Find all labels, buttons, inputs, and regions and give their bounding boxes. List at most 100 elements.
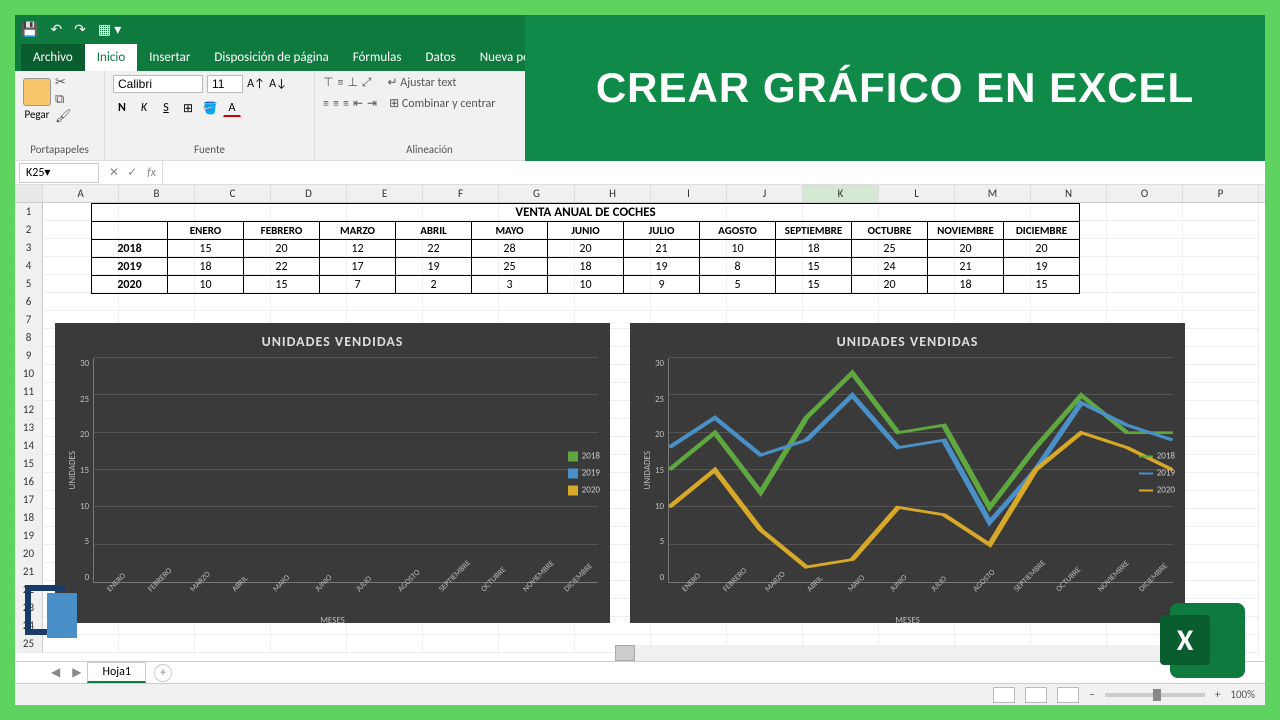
view-layout-icon[interactable] <box>1025 687 1047 703</box>
qat-more-icon[interactable]: ▦ ▾ <box>98 21 121 38</box>
row-header-5[interactable]: 5 <box>15 275 43 293</box>
decrease-font-icon[interactable]: A↓ <box>269 75 287 93</box>
col-header-N[interactable]: N <box>1031 185 1107 202</box>
sheet-tab-hoja1[interactable]: Hoja1 <box>87 662 146 683</box>
merge-button[interactable]: ⊞ Combinar y centrar <box>389 96 495 111</box>
chart-legend: 201820192020 <box>1139 451 1175 496</box>
row-header-16[interactable]: 16 <box>15 473 43 491</box>
copy-icon[interactable]: ⧉ <box>55 92 72 107</box>
align-center-icon[interactable]: ≡ <box>333 97 339 111</box>
row-header-21[interactable]: 21 <box>15 563 43 581</box>
font-size-combo[interactable] <box>207 75 243 93</box>
cut-icon[interactable]: ✂ <box>55 75 72 90</box>
row-header-1[interactable]: 1 <box>15 203 43 221</box>
name-box[interactable]: K25 ▾ <box>19 163 99 183</box>
increase-indent-icon[interactable]: ⇥ <box>367 96 377 111</box>
col-header-D[interactable]: D <box>271 185 347 202</box>
col-header-C[interactable]: C <box>195 185 271 202</box>
chart-title: UNIDADES VENDIDAS <box>67 333 598 350</box>
align-right-icon[interactable]: ≡ <box>343 97 349 111</box>
font-name-combo[interactable] <box>113 75 203 93</box>
horizontal-scrollbar[interactable] <box>615 645 1245 661</box>
tab-datos[interactable]: Datos <box>413 44 467 71</box>
row-header-12[interactable]: 12 <box>15 401 43 419</box>
sheet-nav-next-icon[interactable]: ▶ <box>66 665 87 680</box>
align-bottom-icon[interactable]: ⊥ <box>347 75 357 90</box>
border-icon[interactable]: ⊞ <box>179 99 197 117</box>
row-header-19[interactable]: 19 <box>15 527 43 545</box>
spreadsheet-grid[interactable]: ABCDEFGHIJKLMNOP 12345678910111213141516… <box>15 185 1265 655</box>
row-header-14[interactable]: 14 <box>15 437 43 455</box>
format-painter-icon[interactable]: 🖌 <box>55 109 72 124</box>
view-pagebreak-icon[interactable] <box>1057 687 1079 703</box>
row-header-15[interactable]: 15 <box>15 455 43 473</box>
col-header-F[interactable]: F <box>423 185 499 202</box>
zoom-out-icon[interactable]: − <box>1089 688 1094 701</box>
row-header-11[interactable]: 11 <box>15 383 43 401</box>
col-header-L[interactable]: L <box>879 185 955 202</box>
tab-insertar[interactable]: Insertar <box>137 44 202 71</box>
zoom-slider[interactable] <box>1105 693 1205 697</box>
bold-button[interactable]: N <box>113 99 131 117</box>
col-header-E[interactable]: E <box>347 185 423 202</box>
fx-icon[interactable]: fx <box>147 166 162 180</box>
bar-chart[interactable]: UNIDADES VENDIDASUNIDADES302520151050ENE… <box>55 323 610 623</box>
y-axis: 302520151050 <box>655 358 668 583</box>
sheet-nav-prev-icon[interactable]: ◀ <box>45 665 66 680</box>
row-header-9[interactable]: 9 <box>15 347 43 365</box>
row-header-7[interactable]: 7 <box>15 311 43 329</box>
col-header-O[interactable]: O <box>1107 185 1183 202</box>
row-header-6[interactable]: 6 <box>15 293 43 311</box>
increase-font-icon[interactable]: A↑ <box>247 75 265 93</box>
add-sheet-button[interactable]: + <box>154 664 172 682</box>
align-top-icon[interactable]: ⊤ <box>323 75 333 90</box>
zoom-level[interactable]: 100% <box>1230 688 1255 701</box>
undo-icon[interactable]: ↶ <box>50 21 62 38</box>
col-header-B[interactable]: B <box>119 185 195 202</box>
col-header-H[interactable]: H <box>575 185 651 202</box>
fill-color-icon[interactable]: 🪣 <box>201 99 219 117</box>
x-axis-label: MESES <box>642 615 1173 626</box>
orientation-icon[interactable]: ⤢ <box>362 76 372 90</box>
decrease-indent-icon[interactable]: ⇤ <box>353 96 363 111</box>
row-header-2[interactable]: 2 <box>15 221 43 239</box>
x-axis: ENEROFEBREROMARZOABRILMAYOJUNIOJULIOAGOS… <box>674 587 1173 597</box>
view-normal-icon[interactable] <box>993 687 1015 703</box>
col-header-P[interactable]: P <box>1183 185 1259 202</box>
col-header-A[interactable]: A <box>43 185 119 202</box>
row-header-13[interactable]: 13 <box>15 419 43 437</box>
row-header-10[interactable]: 10 <box>15 365 43 383</box>
align-left-icon[interactable]: ≡ <box>323 97 329 111</box>
font-color-icon[interactable]: A <box>223 99 241 117</box>
redo-icon[interactable]: ↷ <box>74 21 86 38</box>
tab-formulas[interactable]: Fórmulas <box>341 44 414 71</box>
col-header-I[interactable]: I <box>651 185 727 202</box>
col-header-G[interactable]: G <box>499 185 575 202</box>
accept-formula-icon[interactable]: ✓ <box>127 165 137 180</box>
row-header-3[interactable]: 3 <box>15 239 43 257</box>
row-header-8[interactable]: 8 <box>15 329 43 347</box>
col-header-K[interactable]: K <box>803 185 879 202</box>
line-chart[interactable]: UNIDADES VENDIDASUNIDADES302520151050ENE… <box>630 323 1185 623</box>
italic-button[interactable]: K <box>135 99 153 117</box>
zoom-in-icon[interactable]: + <box>1215 688 1220 701</box>
save-icon[interactable]: 💾 <box>21 21 38 38</box>
col-header-M[interactable]: M <box>955 185 1031 202</box>
tab-inicio[interactable]: Inicio <box>85 44 137 71</box>
align-middle-icon[interactable]: ≡ <box>337 76 343 90</box>
row-header-20[interactable]: 20 <box>15 545 43 563</box>
row-header-17[interactable]: 17 <box>15 491 43 509</box>
wrap-text-button[interactable]: ↵ Ajustar text <box>388 75 457 90</box>
row-header-18[interactable]: 18 <box>15 509 43 527</box>
row-header-4[interactable]: 4 <box>15 257 43 275</box>
paste-button[interactable]: Pegar <box>23 78 51 121</box>
col-header-J[interactable]: J <box>727 185 803 202</box>
video-overlay-banner: CREAR GRÁFICO EN EXCEL <box>525 15 1265 161</box>
cancel-formula-icon[interactable]: ✕ <box>109 165 119 180</box>
y-axis-label: UNIDADES <box>642 451 653 489</box>
underline-button[interactable]: S <box>157 99 175 117</box>
formula-input[interactable] <box>162 161 1265 184</box>
data-table[interactable]: VENTA ANUAL DE COCHES ENEROFEBREROMARZOA… <box>91 203 1080 294</box>
tab-disposicion[interactable]: Disposición de página <box>202 44 340 71</box>
tab-archivo[interactable]: Archivo <box>21 44 85 71</box>
